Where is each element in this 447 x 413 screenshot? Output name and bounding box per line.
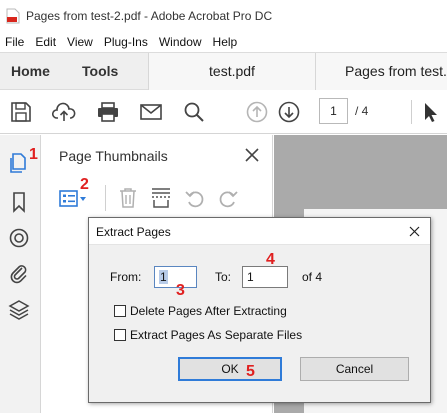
previous-page-icon[interactable] (245, 100, 269, 124)
save-icon[interactable] (9, 100, 33, 124)
menu-view[interactable]: View (62, 35, 99, 49)
dialog-title: Extract Pages (96, 225, 171, 239)
delete-icon[interactable] (118, 187, 138, 209)
dialog-close-icon[interactable] (409, 226, 420, 237)
of-total-label: of 4 (302, 270, 323, 284)
delete-pages-checkbox[interactable] (114, 305, 126, 317)
tab-bar: Home Tools test.pdf Pages from test.p (0, 52, 447, 90)
page-thumbnails-icon[interactable] (8, 152, 30, 174)
signatures-icon[interactable] (8, 227, 30, 249)
extract-pages-icon[interactable] (150, 187, 172, 209)
panel-toolbar (41, 177, 273, 221)
layers-icon[interactable] (8, 299, 30, 321)
tab-document-pages-from-test[interactable]: Pages from test.p (316, 53, 447, 90)
delete-pages-label: Delete Pages After Extracting (130, 304, 287, 318)
delete-pages-option[interactable]: Delete Pages After Extracting (114, 304, 287, 318)
bookmark-icon[interactable] (8, 191, 30, 213)
window-titlebar: Pages from test-2.pdf - Adobe Acrobat Pr… (0, 0, 447, 32)
step-annotation-2: 2 (80, 176, 89, 193)
email-icon[interactable] (139, 100, 163, 124)
step-annotation-4: 4 (266, 251, 275, 268)
next-page-icon[interactable] (277, 100, 301, 124)
extract-pages-dialog: Extract Pages From: 1 To: 1 of 4 Delete … (88, 217, 431, 403)
search-icon[interactable] (182, 100, 206, 124)
step-annotation-1: 1 (29, 146, 38, 163)
tab-home[interactable]: Home (11, 53, 50, 90)
menu-window[interactable]: Window (154, 35, 208, 49)
to-page-input[interactable]: 1 (242, 266, 288, 288)
menu-file[interactable]: File (0, 35, 30, 49)
tab-document-test[interactable]: test.pdf (148, 53, 316, 90)
panel-toolbar-divider (105, 185, 106, 211)
attachments-icon[interactable] (8, 262, 30, 284)
step-annotation-3: 3 (176, 282, 185, 299)
from-page-value: 1 (159, 270, 168, 284)
menu-bar: File Edit View Plug-Ins Window Help (0, 32, 447, 52)
menu-edit[interactable]: Edit (30, 35, 62, 49)
left-navigation-rail (0, 135, 41, 413)
step-annotation-5: 5 (246, 363, 255, 380)
cloud-upload-icon[interactable] (52, 100, 76, 124)
panel-title: Page Thumbnails (59, 148, 168, 164)
dialog-titlebar: Extract Pages (89, 218, 430, 245)
separate-files-label: Extract Pages As Separate Files (130, 328, 303, 342)
menu-plug-ins[interactable]: Plug-Ins (99, 35, 154, 49)
menu-help[interactable]: Help (208, 35, 244, 49)
print-icon[interactable] (96, 100, 120, 124)
page-total-label: / 4 (355, 104, 369, 118)
separate-files-option[interactable]: Extract Pages As Separate Files (114, 328, 302, 342)
select-cursor-icon[interactable] (419, 100, 443, 124)
acrobat-pdf-icon (6, 8, 20, 24)
cancel-button[interactable]: Cancel (300, 357, 409, 381)
toolbar-divider (411, 100, 412, 124)
window-title: Pages from test-2.pdf - Adobe Acrobat Pr… (26, 9, 273, 23)
rotate-right-icon[interactable] (217, 188, 239, 210)
rotate-left-icon[interactable] (184, 188, 206, 210)
separate-files-checkbox[interactable] (114, 329, 126, 341)
from-label: From: (110, 270, 142, 284)
ok-button[interactable]: OK (178, 357, 282, 381)
to-label: To: (215, 270, 232, 284)
close-icon[interactable] (244, 147, 260, 163)
main-toolbar (0, 90, 447, 134)
tab-tools[interactable]: Tools (82, 53, 118, 90)
current-page-input[interactable]: 1 (319, 98, 348, 124)
